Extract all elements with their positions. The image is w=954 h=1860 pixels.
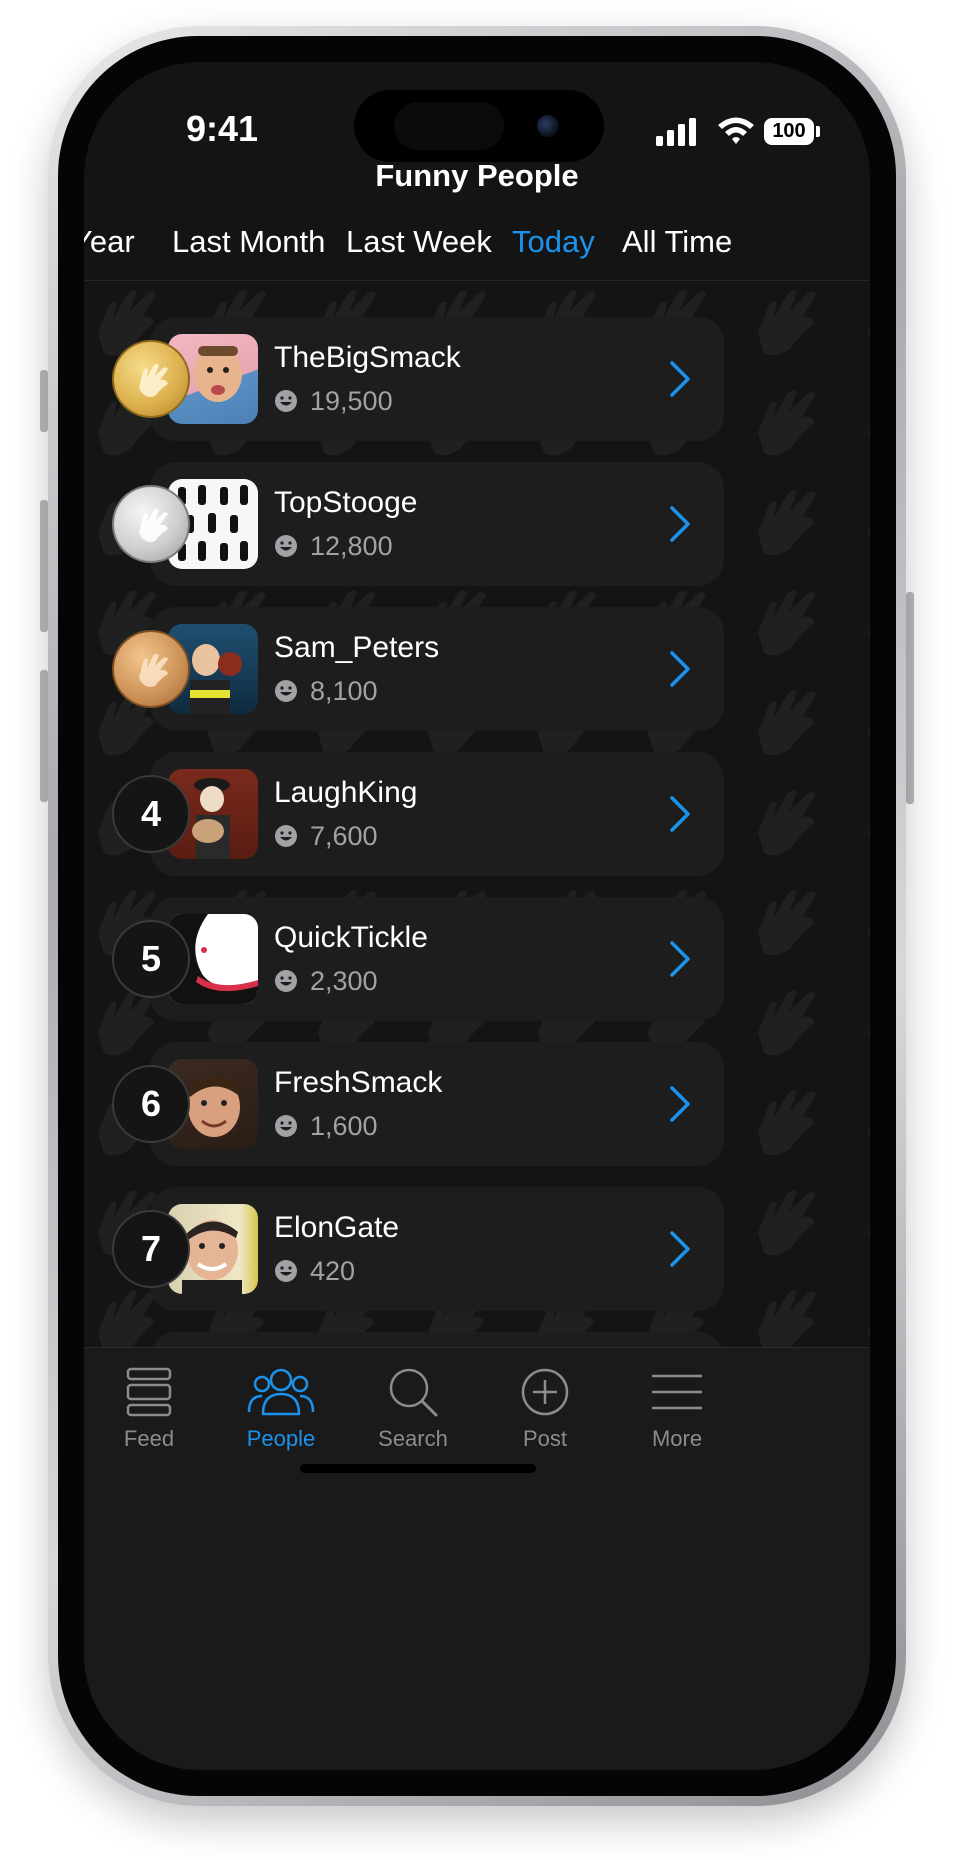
- chevron-right-icon[interactable]: [668, 1084, 692, 1124]
- feed-icon: [126, 1367, 172, 1417]
- tab-all-time[interactable]: All Time: [622, 222, 732, 262]
- signal-icon: [656, 118, 696, 146]
- username: ElonGate: [274, 1211, 400, 1244]
- battery-tip: [816, 126, 820, 137]
- nav-post[interactable]: Post: [480, 1366, 610, 1466]
- leaderboard-row[interactable]: QuickTickle 2,300: [150, 897, 724, 1021]
- score: 7,600: [274, 820, 378, 852]
- search-icon: [389, 1368, 438, 1417]
- volume-down-button: [40, 670, 48, 802]
- dynamic-island: [354, 90, 604, 162]
- chevron-right-icon[interactable]: [668, 649, 692, 689]
- username: TopStooge: [274, 486, 418, 519]
- nav-label: More: [651, 1426, 703, 1451]
- score-value: 2,300: [310, 965, 378, 996]
- tab-year[interactable]: Year: [84, 222, 135, 262]
- username: FreshSmack: [274, 1066, 443, 1099]
- volume-up-button: [40, 500, 48, 632]
- laugh-points-icon: [275, 680, 297, 702]
- action-button: [40, 370, 48, 432]
- tab-last-week[interactable]: Last Week: [346, 222, 492, 262]
- power-button: [906, 592, 914, 804]
- laugh-points-icon: [275, 1115, 297, 1137]
- chevron-right-icon[interactable]: [668, 1229, 692, 1269]
- rank-badge: 7: [112, 1210, 190, 1288]
- chevron-right-icon[interactable]: [668, 939, 692, 979]
- hand-icon: [139, 508, 168, 542]
- wifi-icon: [718, 117, 754, 144]
- chevron-right-icon[interactable]: [668, 794, 692, 834]
- status-time: 9:41: [186, 108, 259, 149]
- score-value: 12,800: [310, 530, 393, 561]
- username: LaughKing: [274, 776, 418, 809]
- nav-people[interactable]: People: [216, 1366, 346, 1466]
- score-value: 8,100: [310, 675, 378, 706]
- username: Sam_Peters: [274, 631, 440, 664]
- score-value: 7,600: [310, 820, 378, 851]
- people-icon: [247, 1368, 315, 1416]
- leaderboard-row[interactable]: LaughKing 7,600: [150, 752, 724, 876]
- nav-more[interactable]: More: [612, 1366, 742, 1466]
- status-indicators: 100: [654, 112, 844, 152]
- camera-lens: [537, 115, 559, 137]
- score: 2,300: [274, 965, 378, 997]
- leaderboard-row-partial[interactable]: [150, 1332, 724, 1347]
- nav-label: Feed: [123, 1426, 175, 1451]
- battery-indicator: 100: [764, 118, 814, 145]
- island-sensor: [394, 102, 504, 150]
- score: 420: [274, 1255, 355, 1287]
- gold-medal-badge: [112, 340, 190, 418]
- chevron-right-icon[interactable]: [668, 504, 692, 544]
- leaderboard-row[interactable]: FreshSmack 1,600: [150, 1042, 724, 1166]
- leaderboard-list[interactable]: TheBigSmack 19,500 TopStooge 12,800 Sam_…: [84, 281, 870, 1347]
- score: 8,100: [274, 675, 378, 707]
- username: QuickTickle: [274, 921, 428, 954]
- rank-badge: 4: [112, 775, 190, 853]
- home-indicator[interactable]: [300, 1464, 536, 1473]
- laugh-points-icon: [275, 970, 297, 992]
- score-value: 19,500: [310, 385, 393, 416]
- laugh-points-icon: [275, 390, 297, 412]
- leaderboard-row[interactable]: TheBigSmack 19,500: [150, 317, 724, 441]
- rank-badge: 6: [112, 1065, 190, 1143]
- page-title: Funny People: [375, 158, 579, 193]
- nav-label: Search: [378, 1426, 448, 1451]
- tab-last-month[interactable]: Last Month: [172, 222, 325, 262]
- more-icon: [652, 1374, 702, 1410]
- tab-today[interactable]: Today: [512, 222, 595, 262]
- leaderboard-row[interactable]: TopStooge 12,800: [150, 462, 724, 586]
- leaderboard-row[interactable]: ElonGate 420: [150, 1187, 724, 1311]
- score: 1,600: [274, 1110, 378, 1142]
- nav-search[interactable]: Search: [348, 1366, 478, 1466]
- phone-screen: 9:41 100 Funny People Year Last Month La…: [84, 62, 870, 1770]
- leaderboard-row[interactable]: Sam_Peters 8,100: [150, 607, 724, 731]
- nav-feed[interactable]: Feed: [84, 1366, 214, 1466]
- silver-medal-badge: [112, 485, 190, 563]
- score: 19,500: [274, 385, 393, 417]
- chevron-right-icon[interactable]: [668, 359, 692, 399]
- laugh-points-icon: [275, 1260, 297, 1282]
- nav-label: People: [246, 1426, 316, 1451]
- score-value: 420: [310, 1255, 356, 1286]
- rank-badge: 5: [112, 920, 190, 998]
- hand-icon: [139, 653, 168, 687]
- post-icon: [521, 1368, 569, 1416]
- score-value: 1,600: [310, 1110, 378, 1141]
- username: TheBigSmack: [274, 341, 461, 374]
- hand-icon: [139, 363, 168, 397]
- nav-label: Post: [522, 1426, 568, 1451]
- bottom-tab-bar: Feed People Search Post More: [84, 1347, 870, 1770]
- laugh-points-icon: [275, 825, 297, 847]
- time-range-tabs: Year Last Month Last Week Today All Time: [84, 222, 870, 282]
- bronze-medal-badge: [112, 630, 190, 708]
- score: 12,800: [274, 530, 393, 562]
- laugh-points-icon: [275, 535, 297, 557]
